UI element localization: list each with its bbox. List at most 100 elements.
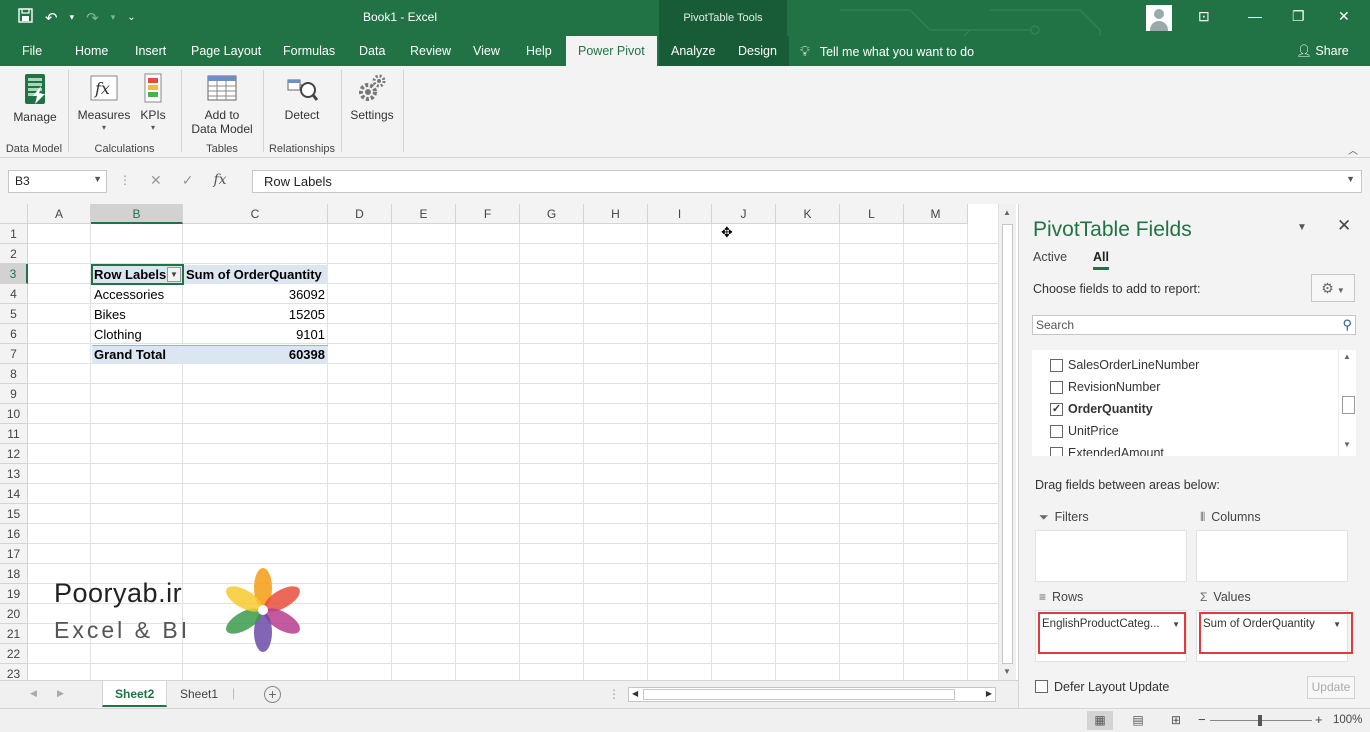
tab-help[interactable]: Help [526,36,552,66]
close-icon[interactable]: ✕ [1337,216,1351,236]
column-header[interactable]: L [840,204,904,224]
field-checkbox-checked[interactable]: ✓ [1050,403,1063,416]
tab-all[interactable]: All [1093,250,1109,270]
field-search-input[interactable]: Search ⚲ [1032,315,1356,335]
column-header[interactable]: D [328,204,392,224]
field-list-scroll-thumb[interactable] [1342,396,1355,414]
chevron-down-icon[interactable]: ▼ [93,174,102,184]
sheet-tab-sheet2[interactable]: Sheet2 [102,681,168,707]
filters-drop-zone[interactable] [1035,530,1187,582]
column-header[interactable]: J [712,204,776,224]
update-button[interactable]: Update [1307,676,1355,699]
tell-me-search[interactable]: 💡︎ Tell me what you want to do [800,36,974,66]
column-header[interactable]: E [392,204,456,224]
pivot-row-label[interactable]: Bikes [91,305,183,325]
enter-icon[interactable]: ✓ [182,172,194,189]
restore-button[interactable]: ❐ [1292,8,1305,25]
scroll-right-icon[interactable]: ▶ [986,689,992,698]
column-header[interactable]: G [520,204,584,224]
field-checkbox[interactable] [1050,447,1063,456]
tab-home[interactable]: Home [75,36,108,66]
field-list-settings-button[interactable]: ⚙ ▼ [1311,274,1355,302]
pivot-values-header[interactable]: Sum of OrderQuantity [183,265,328,285]
pivot-row-value[interactable]: 36092 [183,285,328,305]
field-item[interactable]: ExtendedAmount [1050,442,1164,456]
tab-file[interactable]: File [22,36,42,66]
name-box[interactable]: B3 ▼ [8,170,107,193]
row-header[interactable]: 17 [0,544,28,564]
tab-analyze[interactable]: Analyze [659,36,728,66]
field-list-scrollbar[interactable]: ▲ ▼ [1338,350,1356,456]
filters-area[interactable]: ⏷ Filters [1035,510,1187,582]
field-checkbox[interactable] [1050,381,1063,394]
pivot-row-label[interactable]: Accessories [91,285,183,305]
share-button[interactable]: 👤︎ Share [1296,36,1349,66]
add-sheet-button[interactable]: + [264,686,281,703]
row-header[interactable]: 7 [0,344,28,364]
manage-button[interactable]: Manage [8,72,62,124]
row-header[interactable]: 14 [0,484,28,504]
field-checkbox[interactable] [1050,425,1063,438]
column-header[interactable]: H [584,204,648,224]
tab-split-grip-icon[interactable]: ⋮ [608,687,620,701]
scroll-up-icon[interactable]: ▲ [1003,208,1011,217]
defer-checkbox[interactable] [1035,680,1048,693]
row-header[interactable]: 1 [0,224,28,244]
normal-view-icon[interactable]: ▦ [1087,711,1113,730]
ribbon-display-options-icon[interactable]: ⊡ [1198,8,1210,25]
row-header[interactable]: 21 [0,624,28,644]
row-header[interactable]: 10 [0,404,28,424]
row-header[interactable]: 13 [0,464,28,484]
row-header[interactable]: 9 [0,384,28,404]
tab-design[interactable]: Design [726,36,789,66]
column-header[interactable]: K [776,204,840,224]
columns-area[interactable]: ⦀ Columns [1196,510,1348,582]
pivot-row-value[interactable]: 15205 [183,305,328,325]
expand-formula-bar-icon[interactable]: ▼ [1346,174,1355,184]
scroll-down-icon[interactable]: ▼ [1003,667,1011,676]
column-header[interactable]: B [91,204,183,224]
insert-function-icon[interactable]: fx [213,172,226,189]
horizontal-scrollbar[interactable]: ◀ ▶ [628,687,996,702]
add-to-data-model-button[interactable]: Add to Data Model [188,72,256,136]
pivot-grand-total-label[interactable]: Grand Total [91,345,183,365]
field-checkbox[interactable] [1050,359,1063,372]
close-button[interactable]: ✕ [1338,8,1350,25]
settings-button[interactable]: Settings [348,72,396,122]
page-break-view-icon[interactable]: ⊞ [1163,711,1189,730]
select-all-corner[interactable] [0,204,28,224]
page-layout-view-icon[interactable]: ▤ [1125,711,1151,730]
zoom-level[interactable]: 100% [1333,714,1362,726]
scroll-up-icon[interactable]: ▲ [1343,352,1351,361]
tab-page-layout[interactable]: Page Layout [191,36,261,66]
tab-insert[interactable]: Insert [135,36,166,66]
column-header[interactable]: M [904,204,968,224]
zoom-slider[interactable] [1210,715,1312,726]
row-header[interactable]: 4 [0,284,28,304]
user-avatar[interactable] [1146,5,1172,31]
pivot-row-value[interactable]: 9101 [183,325,328,345]
row-header[interactable]: 5 [0,304,28,324]
search-icon[interactable]: ⚲ [1342,317,1352,333]
tab-power-pivot[interactable]: Power Pivot [566,36,657,66]
tab-data[interactable]: Data [359,36,385,66]
kpis-button[interactable]: KPIs ▾ [136,72,170,132]
row-header[interactable]: 11 [0,424,28,444]
row-header[interactable]: 19 [0,584,28,604]
tab-view[interactable]: View [473,36,500,66]
zoom-slider-knob[interactable] [1258,715,1262,726]
row-header[interactable]: 22 [0,644,28,664]
row-header[interactable]: 8 [0,364,28,384]
field-item[interactable]: RevisionNumber [1050,376,1160,398]
measures-button[interactable]: fx Measures ▾ [76,72,132,132]
pane-options-icon[interactable]: ▼ [1297,222,1307,233]
column-header[interactable]: A [28,204,91,224]
field-item[interactable]: ✓ OrderQuantity [1050,398,1153,420]
collapse-ribbon-icon[interactable]: ︿ [1348,142,1358,157]
formula-input[interactable]: Row Labels ▼ [252,170,1362,193]
scroll-down-icon[interactable]: ▼ [1343,440,1351,449]
minimize-button[interactable]: — [1248,8,1262,24]
row-header[interactable]: 15 [0,504,28,524]
sheet-tab-sheet1[interactable]: Sheet1 [168,681,230,707]
columns-drop-zone[interactable] [1196,530,1348,582]
